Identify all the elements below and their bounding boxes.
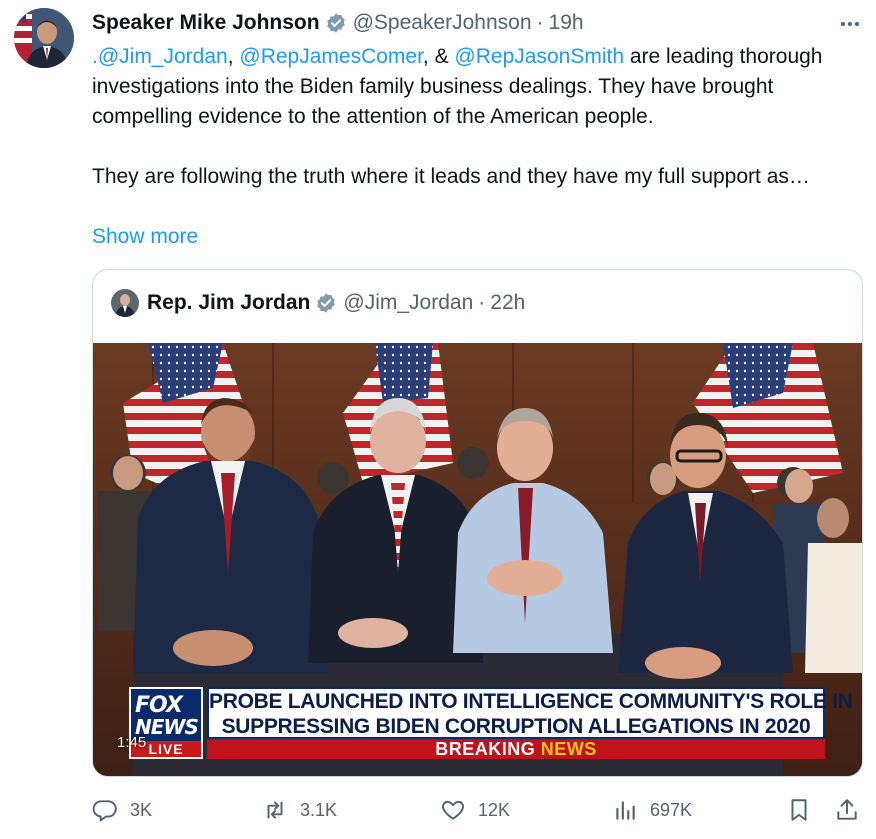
news-word: NEWS [540, 739, 597, 759]
reply-button[interactable]: 3K [92, 793, 152, 827]
like-button[interactable]: 12K [440, 793, 510, 827]
chyron-headline: PROBE LAUNCHED INTO INTELLIGENCE COMMUNI… [207, 687, 853, 739]
tweet-paragraph-2: They are following the truth where it le… [92, 165, 810, 188]
separator-dot: · [536, 11, 544, 34]
headline-line-2: SUPPRESSING BIDEN CORRUPTION ALLEGATIONS… [221, 715, 811, 738]
text-separator: , [227, 45, 240, 68]
verified-badge-icon[interactable] [325, 12, 347, 34]
author-avatar[interactable] [14, 8, 74, 68]
mention-jim-jordan[interactable]: .@Jim_Jordan [92, 45, 228, 68]
breaking-news-bar: BREAKING NEWS [207, 739, 825, 759]
quote-author-handle[interactable]: @Jim_Jordan [343, 291, 473, 315]
quoted-tweet[interactable]: Rep. Jim Jordan @Jim_Jordan · 22h FOX NE… [92, 269, 863, 777]
reply-count: 3K [130, 799, 153, 820]
author-name[interactable]: Speaker Mike Johnson [92, 11, 320, 35]
text-separator: , & [422, 45, 455, 68]
bookmark-button[interactable] [786, 793, 824, 827]
verified-badge-icon[interactable] [315, 292, 337, 314]
headline-line-1: PROBE LAUNCHED INTO INTELLIGENCE COMMUNI… [209, 690, 853, 713]
action-bar: 3K 3.1K 12K 697K [92, 793, 864, 827]
news-chyron: FOX NEWS LIVE PROBE LAUNCHED INTO INTELL… [129, 687, 853, 759]
reply-icon [92, 800, 117, 822]
repost-count: 3.1K [300, 799, 338, 820]
breaking-label: BREAKING NEWS [435, 739, 597, 759]
quote-author-avatar[interactable] [111, 289, 139, 317]
views-icon [616, 801, 635, 820]
mention-rep-jason-smith[interactable]: @RepJasonSmith [454, 45, 624, 68]
video-player[interactable]: FOX NEWS LIVE PROBE LAUNCHED INTO INTELL… [93, 343, 862, 776]
tweet-paragraph-1: .@Jim_Jordan, @RepJamesComer, & @RepJaso… [92, 42, 862, 132]
tweet: Speaker Mike Johnson @SpeakerJohnson · 1… [0, 0, 876, 839]
more-dots-icon[interactable] [836, 12, 864, 36]
share-button[interactable] [834, 793, 872, 827]
tweet-text: .@Jim_Jordan, @RepJamesComer, & @RepJaso… [92, 42, 862, 192]
quote-time[interactable]: 22h [490, 291, 525, 315]
bookmark-icon [791, 799, 807, 821]
quote-header: Rep. Jim Jordan @Jim_Jordan · 22h [111, 289, 525, 317]
like-count: 12K [478, 799, 511, 820]
show-more-link[interactable]: Show more [92, 222, 198, 252]
share-icon [837, 799, 857, 820]
tweet-time[interactable]: 19h [549, 11, 584, 35]
video-timestamp: 1:45 [117, 734, 147, 751]
separator-dot: · [478, 291, 486, 314]
repost-icon [267, 801, 283, 819]
breaking-word: BREAKING [435, 739, 536, 759]
views-button[interactable]: 697K [612, 793, 692, 827]
repost-button[interactable]: 3.1K [262, 793, 337, 827]
tweet-header: Speaker Mike Johnson @SpeakerJohnson · 1… [92, 10, 584, 36]
mention-rep-james-comer[interactable]: @RepJamesComer [239, 45, 423, 68]
quote-author-name[interactable]: Rep. Jim Jordan [147, 291, 310, 315]
heart-icon [442, 800, 464, 820]
views-count: 697K [650, 799, 693, 820]
author-handle[interactable]: @SpeakerJohnson [353, 11, 532, 35]
